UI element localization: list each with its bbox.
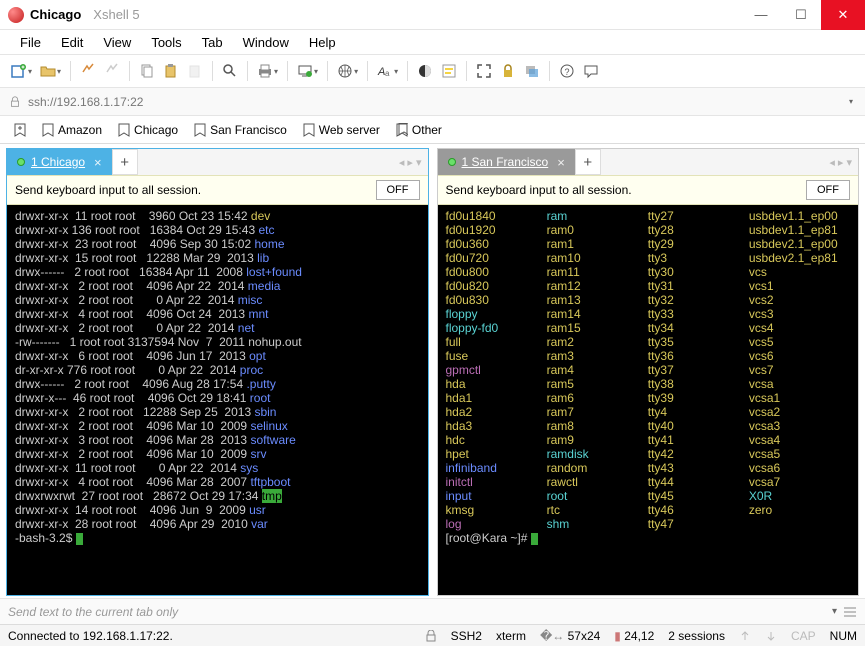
menubar: File Edit View Tools Tab Window Help bbox=[0, 30, 865, 54]
titlebar: Chicago Xshell 5 — ☐ ✕ bbox=[0, 0, 865, 30]
highlight-button[interactable] bbox=[438, 59, 460, 83]
color-scheme-button[interactable] bbox=[414, 59, 436, 83]
bookmark-chicago[interactable]: Chicago bbox=[112, 120, 184, 140]
bookmark-other[interactable]: Other bbox=[390, 120, 448, 140]
tab-header-right: 1 San Francisco × + ◂ ▸ ▾ bbox=[438, 149, 859, 175]
find-button[interactable] bbox=[219, 59, 241, 83]
keybar-toggle-button[interactable]: OFF bbox=[806, 180, 850, 200]
minimize-button[interactable]: — bbox=[741, 0, 781, 30]
app-logo bbox=[8, 7, 24, 23]
font-button[interactable]: Aa▾ bbox=[374, 59, 401, 83]
menu-help[interactable]: Help bbox=[301, 32, 344, 53]
fullscreen-button[interactable] bbox=[473, 59, 495, 83]
keyboard-broadcast-bar: Send keyboard input to all session. OFF bbox=[438, 175, 859, 205]
paste-selection-button[interactable] bbox=[184, 59, 206, 83]
status-sessions: 2 sessions bbox=[668, 629, 725, 643]
menu-tools[interactable]: Tools bbox=[143, 32, 189, 53]
workarea: 1 Chicago × + ◂ ▸ ▾ Send keyboard input … bbox=[0, 144, 865, 598]
bookmark-san-francisco[interactable]: San Francisco bbox=[188, 120, 293, 140]
tab-close-icon[interactable]: × bbox=[557, 155, 565, 170]
status-led-icon bbox=[448, 158, 456, 166]
up-arrow-icon[interactable] bbox=[739, 630, 751, 642]
window-title: Chicago bbox=[30, 7, 81, 22]
status-pos: ▮ 24,12 bbox=[614, 629, 654, 643]
status-size: �↔ 57x24 bbox=[540, 629, 600, 643]
copy-button[interactable] bbox=[136, 59, 158, 83]
send-dropdown[interactable]: ▾ bbox=[826, 606, 843, 617]
window-subtitle: Xshell 5 bbox=[93, 7, 139, 22]
print-button[interactable]: ▾ bbox=[254, 59, 281, 83]
lock-button[interactable] bbox=[497, 59, 519, 83]
tab-header-left: 1 Chicago × + ◂ ▸ ▾ bbox=[7, 149, 428, 175]
menu-file[interactable]: File bbox=[12, 32, 49, 53]
svg-text:?: ? bbox=[565, 67, 570, 77]
feedback-button[interactable] bbox=[580, 59, 602, 83]
open-session-button[interactable]: ▾ bbox=[37, 59, 64, 83]
tab-add-button[interactable]: + bbox=[112, 149, 138, 175]
addressbar[interactable]: ssh://192.168.1.17:22 ▾ bbox=[0, 88, 865, 116]
maximize-button[interactable]: ☐ bbox=[781, 0, 821, 30]
reconnect-button[interactable] bbox=[77, 59, 99, 83]
tab-close-icon[interactable]: × bbox=[94, 155, 102, 170]
menu-window[interactable]: Window bbox=[235, 32, 297, 53]
keybar-label: Send keyboard input to all session. bbox=[446, 183, 807, 197]
status-led-icon bbox=[17, 158, 25, 166]
bookmark-bar: Amazon Chicago San Francisco Web server … bbox=[0, 116, 865, 144]
transparency-button[interactable] bbox=[521, 59, 543, 83]
tab-add-button[interactable]: + bbox=[575, 149, 601, 175]
help-button[interactable]: ? bbox=[556, 59, 578, 83]
send-input-bar[interactable]: Send text to the current tab only ▾ bbox=[0, 598, 865, 624]
tab-nav[interactable]: ◂ ▸ ▾ bbox=[399, 149, 428, 175]
add-bookmark-button[interactable] bbox=[8, 120, 32, 140]
address-dropdown[interactable]: ▾ bbox=[845, 97, 857, 106]
keybar-label: Send keyboard input to all session. bbox=[15, 183, 376, 197]
terminal-right[interactable]: fd0u1840ramtty27usbdev1.1_ep00fd0u1920ra… bbox=[438, 205, 859, 595]
close-button[interactable]: ✕ bbox=[821, 0, 865, 30]
statusbar: Connected to 192.168.1.17:22. SSH2 xterm… bbox=[0, 624, 865, 646]
send-placeholder: Send text to the current tab only bbox=[8, 605, 826, 619]
file-transfer-button[interactable]: ▾ bbox=[294, 59, 321, 83]
keybar-toggle-button[interactable]: OFF bbox=[376, 180, 420, 200]
svg-text:a: a bbox=[385, 69, 390, 78]
down-arrow-icon[interactable] bbox=[765, 630, 777, 642]
status-cap: CAP bbox=[791, 629, 816, 643]
terminal-left[interactable]: drwxr-xr-x 11 root root 3960 Oct 23 15:4… bbox=[7, 205, 428, 595]
status-protocol: SSH2 bbox=[451, 629, 482, 643]
tab-chicago[interactable]: 1 Chicago × bbox=[7, 149, 112, 175]
disconnect-button[interactable] bbox=[101, 59, 123, 83]
menu-tab[interactable]: Tab bbox=[194, 32, 231, 53]
toolbar: ▾ ▾ ▾ ▾ ▾ Aa▾ ? bbox=[0, 54, 865, 88]
tab-san-francisco[interactable]: 1 San Francisco × bbox=[438, 149, 575, 175]
status-term-type: xterm bbox=[496, 629, 526, 643]
tab-label: 1 Chicago bbox=[31, 155, 85, 169]
web-button[interactable]: ▾ bbox=[334, 59, 361, 83]
status-connected: Connected to 192.168.1.17:22. bbox=[8, 629, 173, 643]
pane-right: 1 San Francisco × + ◂ ▸ ▾ Send keyboard … bbox=[437, 148, 860, 596]
lock-icon bbox=[425, 630, 437, 642]
paste-button[interactable] bbox=[160, 59, 182, 83]
tab-label: 1 San Francisco bbox=[462, 155, 549, 169]
lock-icon bbox=[8, 95, 22, 109]
bookmark-web-server[interactable]: Web server bbox=[297, 120, 386, 140]
menu-edit[interactable]: Edit bbox=[53, 32, 91, 53]
keyboard-broadcast-bar: Send keyboard input to all session. OFF bbox=[7, 175, 428, 205]
menu-view[interactable]: View bbox=[95, 32, 139, 53]
new-session-button[interactable]: ▾ bbox=[8, 59, 35, 83]
tab-nav[interactable]: ◂ ▸ ▾ bbox=[829, 149, 858, 175]
pane-left: 1 Chicago × + ◂ ▸ ▾ Send keyboard input … bbox=[6, 148, 429, 596]
bookmark-amazon[interactable]: Amazon bbox=[36, 120, 108, 140]
status-num: NUM bbox=[830, 629, 857, 643]
address-text: ssh://192.168.1.17:22 bbox=[28, 95, 845, 109]
multiline-icon[interactable] bbox=[843, 605, 857, 619]
